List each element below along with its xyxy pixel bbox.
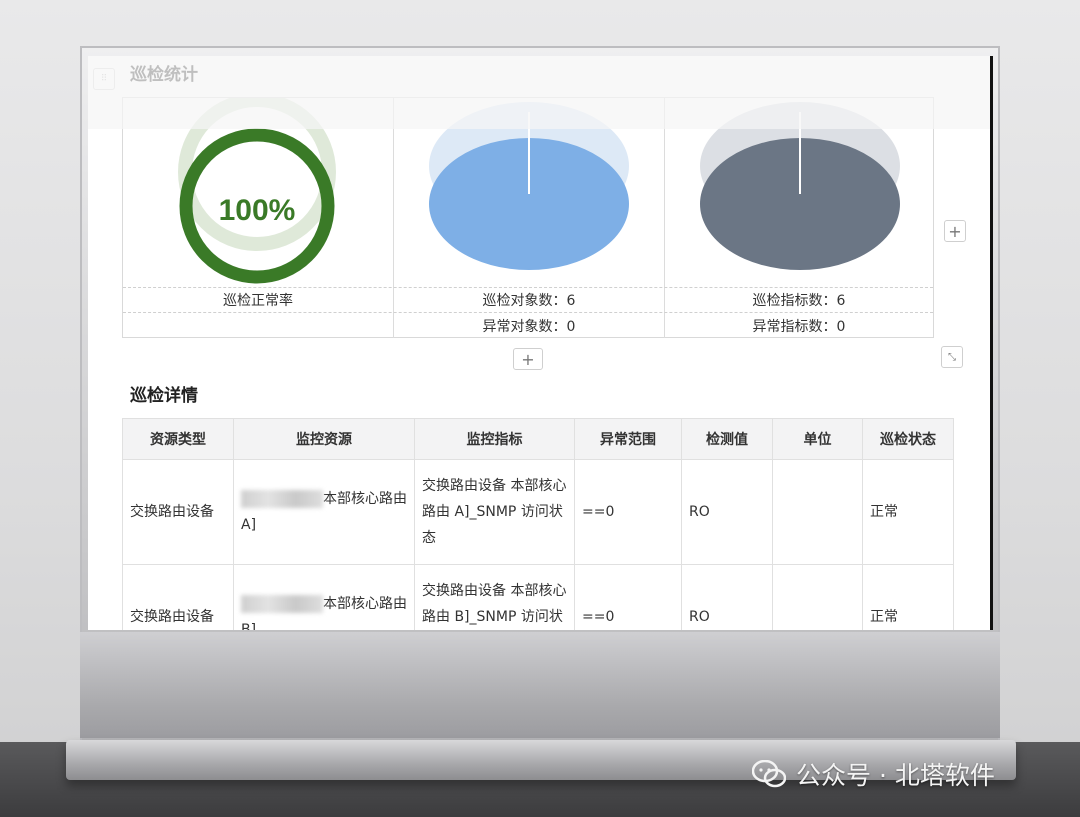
redacted-text bbox=[241, 595, 323, 613]
objects-chart bbox=[395, 98, 664, 287]
cell-range: ==0 bbox=[574, 459, 682, 565]
cell-unit bbox=[772, 564, 863, 630]
column-header[interactable]: 资源类型 bbox=[122, 418, 234, 460]
abnormal-indicators-label: 异常指标数：0 bbox=[752, 319, 846, 335]
cell-type: 交换路由设备 bbox=[122, 564, 234, 630]
indicators-chart bbox=[666, 98, 934, 287]
redacted-text bbox=[241, 490, 323, 508]
grid-divider bbox=[123, 312, 933, 313]
watermark: 公众号 · 北塔软件 bbox=[752, 756, 995, 792]
add-column-button[interactable]: + bbox=[944, 220, 966, 242]
stats-panel-title: 巡检统计 bbox=[130, 65, 198, 85]
cell-value: RO bbox=[681, 459, 773, 565]
screen: ⠿ 巡检统计 100% 巡检正常率 巡检对象数：6 巡检指标数：6 异常对象数：… bbox=[88, 56, 993, 630]
column-header[interactable]: 检测值 bbox=[681, 418, 773, 460]
normal-rate-label: 巡检正常率 bbox=[223, 293, 293, 309]
column-header[interactable]: 单位 bbox=[772, 418, 863, 460]
grid-divider bbox=[123, 287, 933, 288]
cell-resource: 本部核心路由 B] bbox=[233, 564, 415, 630]
expand-icon[interactable]: ⤡ bbox=[941, 346, 963, 368]
cell-unit bbox=[772, 459, 863, 565]
abnormal-objects-label: 异常对象数：0 bbox=[482, 319, 576, 335]
monitor-bezel bbox=[80, 632, 1000, 738]
watermark-text: 公众号 · 北塔软件 bbox=[796, 761, 995, 790]
cell-indicator: 交换路由设备 本部核心路由 B]_SNMP 访问状态 bbox=[414, 564, 575, 630]
table-row[interactable]: 交换路由设备 本部核心路由 B] 交换路由设备 本部核心路由 B]_SNMP 访… bbox=[122, 564, 954, 630]
objects-count-label: 巡检对象数：6 bbox=[482, 293, 576, 309]
objects-pie bbox=[429, 102, 629, 270]
indicators-count-label: 巡检指标数：6 bbox=[752, 293, 846, 309]
cell-range: ==0 bbox=[574, 564, 682, 630]
add-row-button[interactable]: + bbox=[513, 348, 543, 370]
cell-value: RO bbox=[681, 564, 773, 630]
detail-table: 资源类型 监控资源 监控指标 异常范围 检测值 单位 巡检状态 交换路由设备 本… bbox=[122, 418, 954, 630]
cell-status: 正常 bbox=[862, 564, 954, 630]
cell-status: 正常 bbox=[862, 459, 954, 565]
stats-grid: 100% 巡检正常率 巡检对象数：6 巡检指标数：6 异常对象数：0 异常指标数… bbox=[122, 93, 934, 338]
column-header[interactable]: 巡检状态 bbox=[862, 418, 954, 460]
table-header-row: 资源类型 监控资源 监控指标 异常范围 检测值 单位 巡检状态 bbox=[122, 418, 954, 460]
table-row[interactable]: 交换路由设备 本部核心路由 A] 交换路由设备 本部核心路由 A]_SNMP 访… bbox=[122, 459, 954, 565]
normal-rate-chart: 100% bbox=[123, 93, 394, 287]
indicators-pie bbox=[700, 102, 900, 270]
column-header[interactable]: 异常范围 bbox=[574, 418, 682, 460]
detail-section-title: 巡检详情 bbox=[130, 386, 198, 406]
column-header[interactable]: 监控指标 bbox=[414, 418, 575, 460]
cell-indicator: 交换路由设备 本部核心路由 A]_SNMP 访问状态 bbox=[414, 459, 575, 565]
wechat-icon bbox=[752, 760, 786, 788]
cell-type: 交换路由设备 bbox=[122, 459, 234, 565]
normal-rate-ring: 100% bbox=[178, 93, 336, 284]
drag-handle-icon[interactable]: ⠿ bbox=[93, 68, 115, 90]
normal-rate-value: 100% bbox=[219, 194, 296, 227]
column-header[interactable]: 监控资源 bbox=[233, 418, 415, 460]
cell-resource: 本部核心路由 A] bbox=[233, 459, 415, 565]
